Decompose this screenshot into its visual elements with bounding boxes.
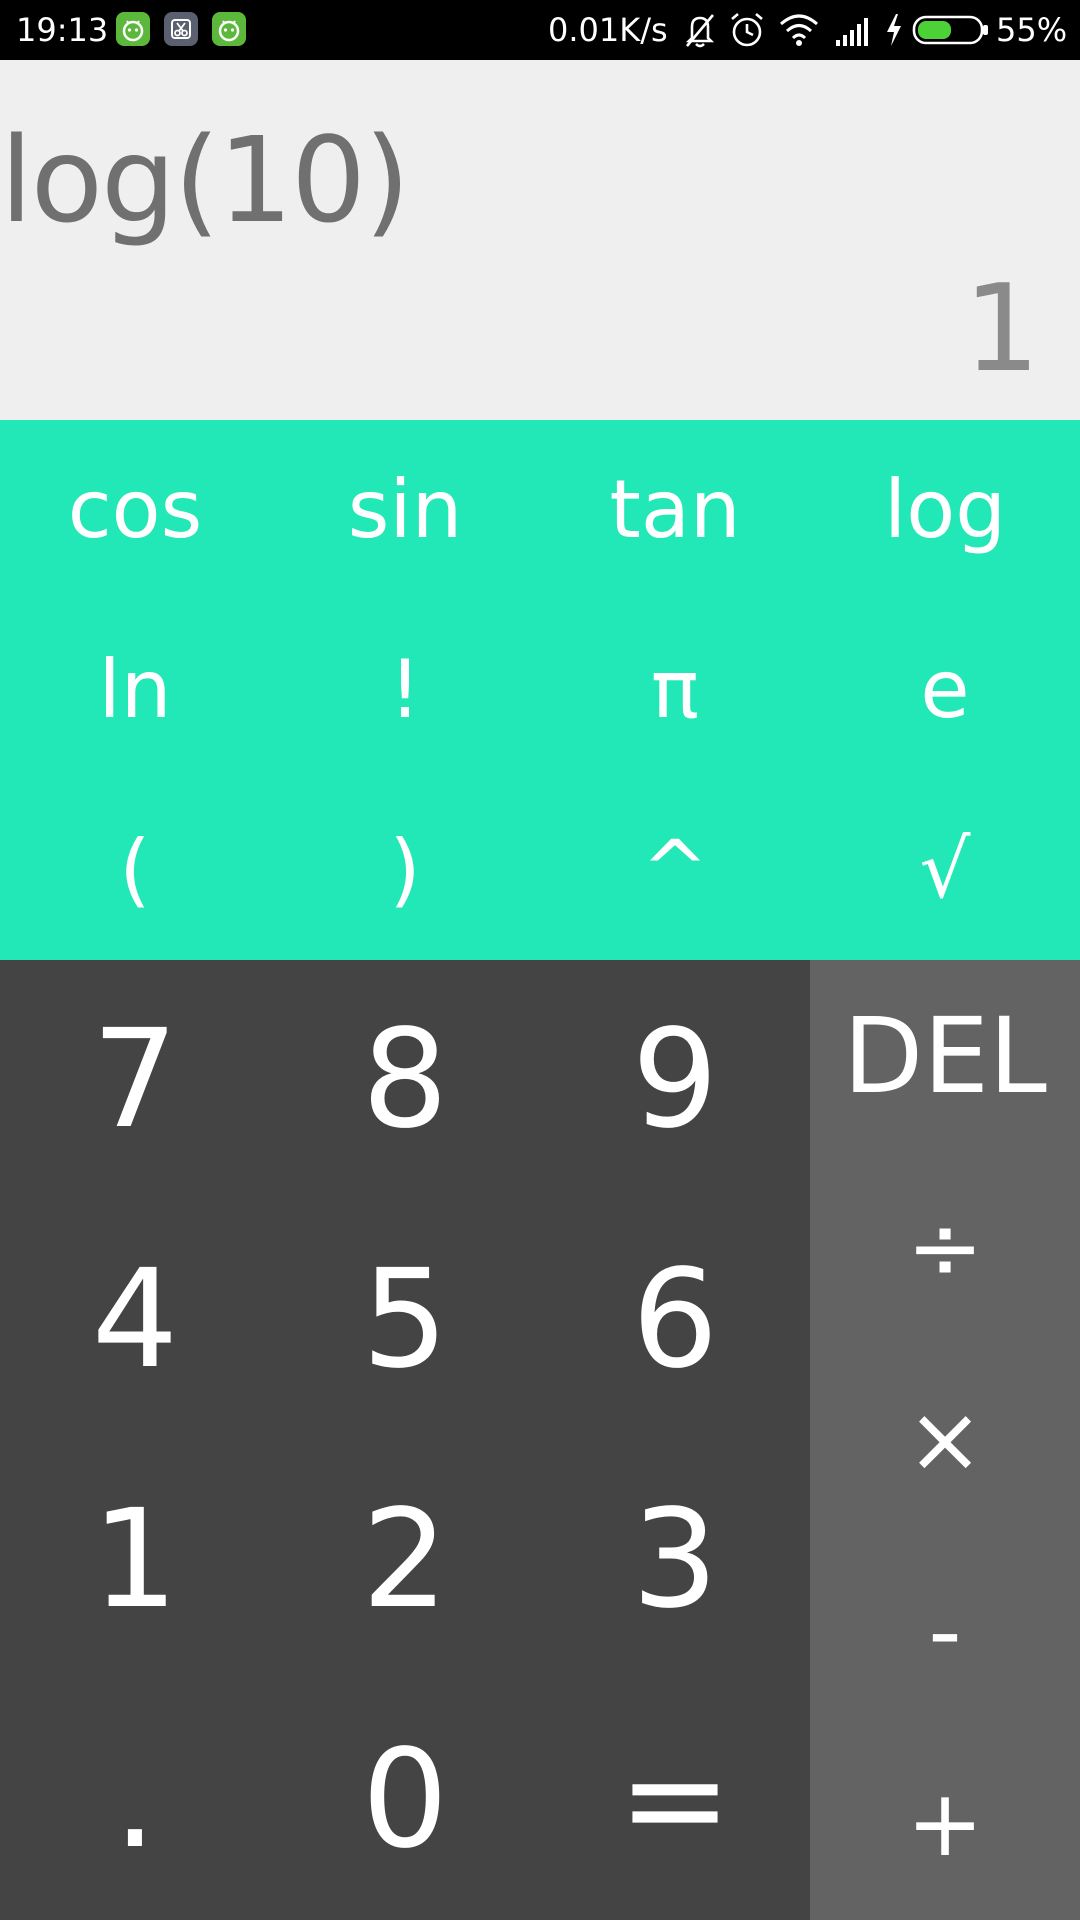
status-time: 19:13 [16, 11, 109, 49]
digit-3-button[interactable]: 3 [540, 1440, 810, 1680]
wifi-icon [778, 10, 820, 54]
digit-7-button[interactable]: 7 [0, 960, 270, 1200]
pi-button[interactable]: π [540, 600, 810, 780]
tan-button[interactable]: tan [540, 420, 810, 600]
battery-percent: 55% [996, 11, 1068, 49]
calculator-display: log(10) 1 [0, 60, 1080, 420]
expression-text[interactable]: log(10) [0, 110, 410, 250]
multiply-button[interactable]: × [810, 1344, 1080, 1536]
alarm-icon [728, 10, 766, 54]
ln-button[interactable]: ln [0, 600, 270, 780]
subtract-button[interactable]: - [810, 1536, 1080, 1728]
cos-button[interactable]: cos [0, 420, 270, 600]
add-button[interactable]: + [810, 1728, 1080, 1920]
result-text: 1 [963, 260, 1040, 399]
number-pad: 7 8 9 4 5 6 1 2 3 . 0 = [0, 960, 810, 1920]
digit-5-button[interactable]: 5 [270, 1200, 540, 1440]
status-bar: 19:13 0.01K/s 55% [0, 0, 1080, 60]
e-button[interactable]: e [810, 600, 1080, 780]
digit-9-button[interactable]: 9 [540, 960, 810, 1200]
digit-2-button[interactable]: 2 [270, 1440, 540, 1680]
bell-muted-icon [682, 10, 718, 54]
digit-1-button[interactable]: 1 [0, 1440, 270, 1680]
log-button[interactable]: log [810, 420, 1080, 600]
delete-button[interactable]: DEL [810, 960, 1080, 1152]
charging-bolt-icon [884, 10, 904, 54]
digit-6-button[interactable]: 6 [540, 1200, 810, 1440]
signal-icon [834, 10, 872, 54]
power-button[interactable]: ^ [540, 780, 810, 960]
equals-button[interactable]: = [540, 1680, 810, 1920]
open-paren-button[interactable]: ( [0, 780, 270, 960]
battery-icon [912, 14, 990, 50]
advanced-function-pad: cos sin tan log ln ! π e ( ) ^ √ [0, 420, 1080, 960]
digit-4-button[interactable]: 4 [0, 1200, 270, 1440]
operator-pad: DEL ÷ × - + [810, 960, 1080, 1920]
sqrt-button[interactable]: √ [810, 780, 1080, 960]
android-app-icon [212, 12, 246, 46]
scissors-app-icon [164, 12, 198, 46]
android-app-icon [116, 12, 150, 46]
factorial-button[interactable]: ! [270, 600, 540, 780]
decimal-point-button[interactable]: . [0, 1680, 270, 1920]
digit-0-button[interactable]: 0 [270, 1680, 540, 1920]
digit-8-button[interactable]: 8 [270, 960, 540, 1200]
sin-button[interactable]: sin [270, 420, 540, 600]
close-paren-button[interactable]: ) [270, 780, 540, 960]
network-speed: 0.01K/s [548, 11, 668, 49]
divide-button[interactable]: ÷ [810, 1152, 1080, 1344]
